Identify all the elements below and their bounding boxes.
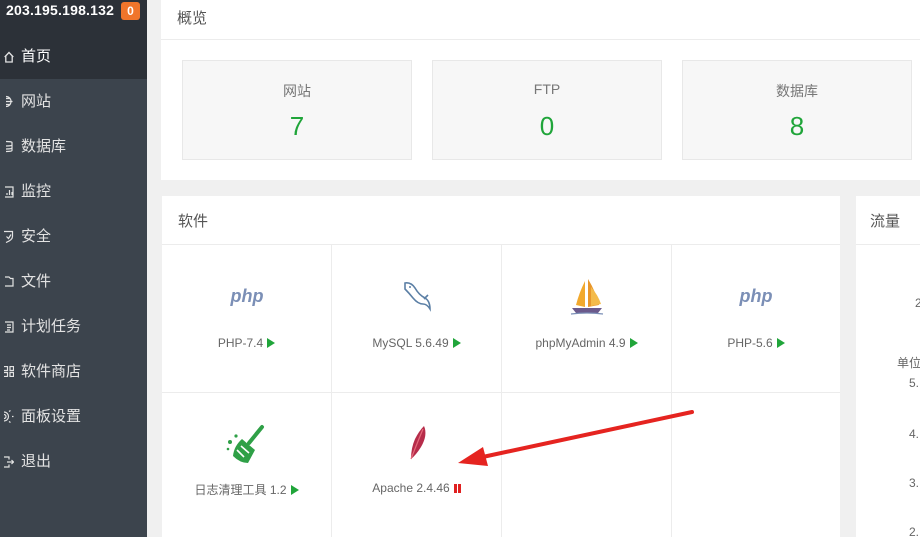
- software-name: MySQL 5.6.49: [372, 336, 449, 350]
- play-icon[interactable]: [290, 485, 299, 495]
- sidebar-item-label: 计划任务: [21, 318, 82, 335]
- pause-icon[interactable]: [453, 482, 461, 496]
- sidebar-item-monitor[interactable]: 监控: [0, 169, 147, 214]
- sidebar-item-label: 退出: [21, 453, 52, 470]
- software-label: 日志清理工具 1.2: [162, 481, 331, 498]
- traffic-axis-tick: 3.: [909, 476, 920, 490]
- stat-label: 数据库: [776, 83, 818, 99]
- software-name: phpMyAdmin 4.9: [535, 336, 626, 350]
- shield-icon: [0, 214, 14, 259]
- software-name: 日志清理工具 1.2: [194, 483, 287, 497]
- overview-card: 概览 网站 7 FTP 0 数据库 8: [161, 0, 920, 180]
- stat-ftp[interactable]: FTP 0: [432, 60, 662, 160]
- host-header: 203.195.198.132 0: [0, 0, 147, 34]
- traffic-axis-tick: 5.: [909, 376, 920, 390]
- play-icon[interactable]: [452, 338, 461, 348]
- software-slot-empty: [502, 393, 672, 537]
- software-item-php56[interactable]: php PHP-5.6: [672, 245, 840, 393]
- sidebar-nav: 首页 网站 数据库 监控 安全 文件 计划任务 软件商店 面板设置 退出: [0, 34, 147, 484]
- sidebar-item-home[interactable]: 首页: [0, 34, 147, 79]
- software-label: MySQL 5.6.49: [332, 336, 501, 350]
- software-item-apache[interactable]: Apache 2.4.46: [332, 393, 502, 537]
- sidebar-item-label: 网站: [21, 93, 52, 110]
- sidebar-item-app-store[interactable]: 软件商店: [0, 349, 147, 394]
- broom-icon: [162, 423, 331, 469]
- svg-text:php: php: [739, 287, 773, 306]
- sidebar-item-label: 监控: [21, 183, 52, 200]
- monitor-icon: [0, 169, 14, 214]
- software-item-mysql[interactable]: MySQL 5.6.49: [332, 245, 502, 393]
- stat-value: 0: [539, 111, 555, 141]
- stat-websites[interactable]: 网站 7: [182, 60, 412, 160]
- host-ip: 203.195.198.132: [6, 2, 115, 18]
- traffic-axis-tick: 2.: [909, 525, 920, 537]
- logout-icon: [0, 439, 14, 484]
- stat-value: 8: [789, 111, 805, 141]
- globe-icon: [0, 79, 14, 124]
- stat-value: 7: [289, 111, 305, 141]
- php-icon: php: [672, 287, 840, 307]
- software-label: phpMyAdmin 4.9: [502, 336, 671, 350]
- sidebar-item-settings[interactable]: 面板设置: [0, 394, 147, 439]
- software-name: PHP-7.4: [217, 336, 264, 350]
- traffic-unit-label: 单位: [897, 356, 920, 370]
- software-item-phpmyadmin[interactable]: phpMyAdmin 4.9: [502, 245, 672, 393]
- sidebar-item-websites[interactable]: 网站: [0, 79, 147, 124]
- software-item-log-cleaner[interactable]: 日志清理工具 1.2: [162, 393, 332, 537]
- software-name: Apache 2.4.46: [372, 481, 450, 495]
- software-name: PHP-5.6: [727, 336, 773, 350]
- software-card: 软件 php PHP-7.4 MySQL 5.6.49 phpMyAdmin 4…: [162, 196, 840, 537]
- sidebar-item-files[interactable]: 文件: [0, 259, 147, 304]
- stat-databases[interactable]: 数据库 8: [682, 60, 912, 160]
- phpmyadmin-ship-icon: [502, 277, 671, 317]
- sidebar-item-label: 安全: [21, 228, 52, 245]
- software-title: 软件: [178, 213, 209, 230]
- software-label: Apache 2.4.46: [332, 481, 501, 496]
- traffic-title: 流量: [870, 213, 901, 230]
- gear-icon: [0, 394, 14, 439]
- svg-text:php: php: [229, 287, 263, 306]
- divider: [856, 244, 920, 245]
- play-icon[interactable]: [629, 338, 638, 348]
- play-icon[interactable]: [776, 338, 785, 348]
- sidebar-item-label: 数据库: [21, 138, 67, 155]
- sidebar-item-label: 面板设置: [21, 408, 82, 425]
- notification-badge[interactable]: 0: [121, 2, 140, 20]
- folder-icon: [0, 259, 14, 304]
- divider: [161, 39, 920, 40]
- sidebar: 203.195.198.132 0 首页 网站 数据库 监控 安全 文件 计划任…: [0, 0, 147, 537]
- php-icon: php: [162, 287, 331, 307]
- mysql-dolphin-icon: [332, 279, 501, 315]
- software-item-php74[interactable]: php PHP-7.4: [162, 245, 332, 393]
- stat-label: 网站: [283, 83, 311, 99]
- software-label: PHP-5.6: [672, 336, 840, 350]
- sidebar-item-label: 软件商店: [21, 363, 82, 380]
- play-icon[interactable]: [267, 338, 276, 348]
- software-slot-empty: [672, 393, 840, 537]
- overview-title: 概览: [177, 10, 208, 27]
- sidebar-item-databases[interactable]: 数据库: [0, 124, 147, 169]
- home-icon: [0, 34, 14, 79]
- sidebar-item-security[interactable]: 安全: [0, 214, 147, 259]
- grid-icon: [0, 349, 14, 394]
- apache-feather-icon: [332, 423, 501, 463]
- sidebar-item-label: 首页: [21, 48, 52, 65]
- stat-label: FTP: [533, 81, 561, 97]
- task-icon: [0, 304, 14, 349]
- software-label: PHP-7.4: [162, 336, 331, 350]
- sidebar-item-logout[interactable]: 退出: [0, 439, 147, 484]
- traffic-axis-tick: 4.: [909, 427, 920, 441]
- database-icon: [0, 124, 14, 169]
- traffic-card: 流量 2 单位 5. 4. 3. 2.: [856, 196, 920, 537]
- traffic-value: 2: [915, 296, 920, 310]
- sidebar-item-label: 文件: [21, 273, 52, 290]
- sidebar-item-tasks[interactable]: 计划任务: [0, 304, 147, 349]
